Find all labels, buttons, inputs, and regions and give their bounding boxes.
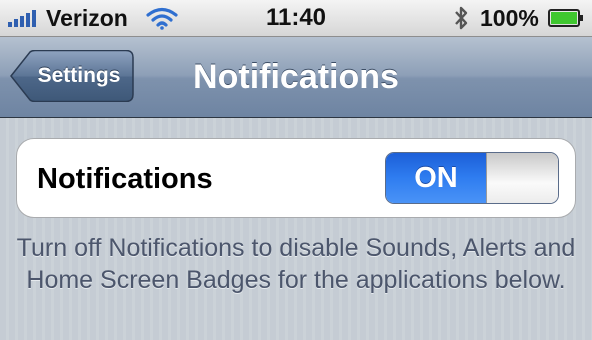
status-bar: Verizon 11:40 100% <box>0 0 592 37</box>
notifications-footer-text: Turn off Notifications to disable Sounds… <box>16 234 576 294</box>
battery-percentage: 100% <box>480 5 539 31</box>
notifications-toggle[interactable]: ON <box>385 152 559 204</box>
toggle-knob <box>486 153 558 203</box>
notifications-cell: Notifications ON <box>16 138 576 218</box>
bluetooth-icon <box>455 6 468 30</box>
page-title: Notifications <box>193 58 399 96</box>
notifications-label: Notifications <box>37 163 213 195</box>
navigation-bar: Settings Notifications <box>0 37 592 118</box>
battery-icon <box>548 9 583 27</box>
toggle-on-label: ON <box>386 153 486 203</box>
